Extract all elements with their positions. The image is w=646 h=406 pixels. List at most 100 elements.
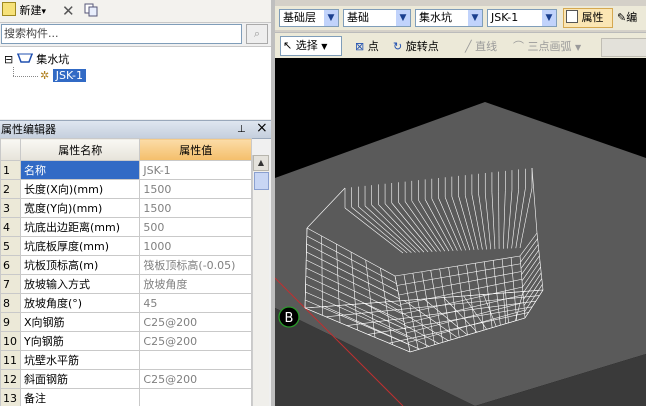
property-row[interactable]: 13 备注	[0, 388, 252, 406]
property-row[interactable]: 5 坑底板厚度(mm) 1000	[0, 236, 252, 256]
component-tree: ⊟ 集水坑 ✲ JSK-1	[0, 46, 271, 119]
draw-toolbar: ↖ 选择 ▼ ⊠ 点 ↻ 旋转点 ╱ 直线 ⌒ 三点画弧 ▼	[275, 32, 646, 59]
category-select-value: 基础	[347, 11, 369, 24]
property-value-cell[interactable]	[139, 350, 252, 370]
tree-connector	[13, 67, 15, 76]
line-button[interactable]: ╱ 直线	[465, 38, 497, 56]
tree-child-node[interactable]: ✲ JSK-1	[40, 68, 86, 84]
property-name-cell: 放坡输入方式	[19, 274, 141, 294]
point-icon: ⊠	[355, 40, 365, 53]
property-value-cell[interactable]: C25@200	[139, 331, 252, 351]
property-num-cell: 4	[0, 217, 21, 237]
property-num-cell: 11	[0, 350, 21, 370]
axis-marker-label: B	[285, 311, 294, 326]
property-name-cell: 坑底板厚度(mm)	[19, 236, 141, 256]
layer-toolbar: 基础层 ▼ 基础 ▼ 集水坑 ▼ JSK-1 ▼ 属性 ✎编	[275, 6, 646, 30]
copy-button[interactable]	[84, 2, 98, 20]
rotate-icon: ↻	[393, 40, 403, 53]
property-value-cell[interactable]: 1500	[139, 198, 252, 218]
property-value-cell[interactable]: 放坡角度	[139, 274, 252, 294]
property-num-cell: 6	[0, 255, 21, 275]
properties-button[interactable]: 属性	[563, 8, 613, 28]
select-button[interactable]: ↖ 选择 ▼	[280, 36, 342, 56]
component-gear-icon: ✲	[40, 69, 50, 82]
type-select[interactable]: 集水坑 ▼	[415, 9, 483, 27]
properties-button-label: 属性	[581, 11, 604, 24]
new-dropdown-icon[interactable]: ▾	[42, 7, 47, 17]
property-name-cell: 放坡角度(°)	[19, 293, 141, 313]
edit-button-label: 编	[626, 11, 638, 24]
header-value-cell[interactable]: 属性值	[139, 138, 252, 161]
pencil-icon: ✎	[617, 11, 627, 24]
property-num-cell: 3	[0, 198, 21, 218]
property-row[interactable]: 8 放坡角度(°) 45	[0, 293, 252, 313]
property-scrollbar[interactable]: ▲	[252, 155, 269, 406]
tree-expander[interactable]: ⊟	[4, 53, 13, 66]
rotate-point-button[interactable]: ↻ 旋转点	[393, 38, 439, 56]
property-value-cell[interactable]: 1000	[139, 236, 252, 256]
edit-button[interactable]: ✎编	[617, 8, 646, 28]
property-row[interactable]: 4 坑底出边距离(mm) 500	[0, 217, 252, 237]
layer-select-value: 基础层	[283, 11, 316, 24]
chevron-down-icon[interactable]: ▼	[468, 10, 482, 26]
pin-icon[interactable]: ⊥	[237, 121, 246, 138]
new-button-label: 新建	[19, 4, 42, 17]
property-row[interactable]: 6 坑板顶标高(m) 筏板顶标高(-0.05)	[0, 255, 252, 275]
property-value-cell[interactable]: JSK-1	[139, 160, 252, 180]
chevron-down-icon[interactable]: ▼	[321, 42, 327, 51]
point-button[interactable]: ⊠ 点	[355, 38, 379, 56]
property-row[interactable]: 12 斜面钢筋 C25@200	[0, 369, 252, 389]
property-value-cell[interactable]: 筏板顶标高(-0.05)	[139, 255, 252, 275]
tree-root-label: 集水坑	[36, 53, 70, 66]
property-row[interactable]: 9 X向钢筋 C25@200	[0, 312, 252, 332]
drawing-input-field[interactable]	[601, 38, 646, 57]
arc-button[interactable]: ⌒ 三点画弧 ▼	[513, 38, 581, 56]
property-num-cell: 9	[0, 312, 21, 332]
new-button[interactable]: 新建▾	[2, 2, 46, 20]
element-select[interactable]: JSK-1 ▼	[487, 9, 557, 27]
property-row[interactable]: 3 宽度(Y向)(mm) 1500	[0, 198, 252, 218]
property-value-cell[interactable]: C25@200	[139, 312, 252, 332]
cursor-icon: ↖	[283, 39, 293, 52]
tree-root-node[interactable]: ⊟ 集水坑	[4, 52, 69, 68]
property-name-cell: 坑壁水平筋	[19, 350, 141, 370]
scroll-thumb[interactable]	[254, 172, 269, 190]
search-placeholder: 搜索构件...	[4, 27, 59, 40]
delete-button[interactable]: ✕	[62, 2, 75, 20]
property-name-cell: 名称	[19, 160, 141, 180]
property-num-cell: 5	[0, 236, 21, 256]
header-name-cell[interactable]: 属性名称	[19, 138, 141, 161]
select-button-label: 选择	[295, 39, 318, 52]
component-toolbar: 新建▾ ✕	[0, 0, 271, 23]
chevron-down-icon[interactable]: ▼	[396, 10, 410, 26]
property-row[interactable]: 11 坑壁水平筋	[0, 350, 252, 370]
new-icon	[2, 2, 16, 16]
property-name-cell: Y向钢筋	[19, 331, 141, 351]
line-icon: ╱	[465, 40, 472, 53]
property-value-cell[interactable]: 500	[139, 217, 252, 237]
property-value-cell[interactable]	[139, 388, 252, 406]
property-name-cell: 备注	[19, 388, 141, 406]
property-value-cell[interactable]: C25@200	[139, 369, 252, 389]
property-name-cell: 长度(X向)(mm)	[19, 179, 141, 199]
property-value-cell[interactable]: 1500	[139, 179, 252, 199]
sump-3d-model[interactable]: B	[275, 58, 646, 406]
property-num-cell: 13	[0, 388, 21, 406]
point-button-label: 点	[367, 40, 379, 53]
chevron-down-icon[interactable]: ▼	[324, 10, 338, 26]
layer-select[interactable]: 基础层 ▼	[279, 9, 339, 27]
close-icon[interactable]: ×	[256, 120, 268, 137]
property-row[interactable]: 7 放坡输入方式 放坡角度	[0, 274, 252, 294]
search-button[interactable]: ⌕	[246, 24, 268, 44]
chevron-down-icon[interactable]: ▼	[575, 43, 581, 52]
scroll-up-arrow[interactable]: ▲	[253, 155, 269, 171]
property-value-cell[interactable]: 45	[139, 293, 252, 313]
chevron-down-icon[interactable]: ▼	[542, 10, 556, 26]
search-input[interactable]: 搜索构件...	[1, 24, 242, 44]
property-row[interactable]: 1 名称 JSK-1	[0, 160, 252, 180]
category-select[interactable]: 基础 ▼	[343, 9, 411, 27]
property-row[interactable]: 2 长度(X向)(mm) 1500	[0, 179, 252, 199]
property-row[interactable]: 10 Y向钢筋 C25@200	[0, 331, 252, 351]
3d-viewport[interactable]: B	[275, 58, 646, 406]
line-button-label: 直线	[475, 40, 498, 53]
